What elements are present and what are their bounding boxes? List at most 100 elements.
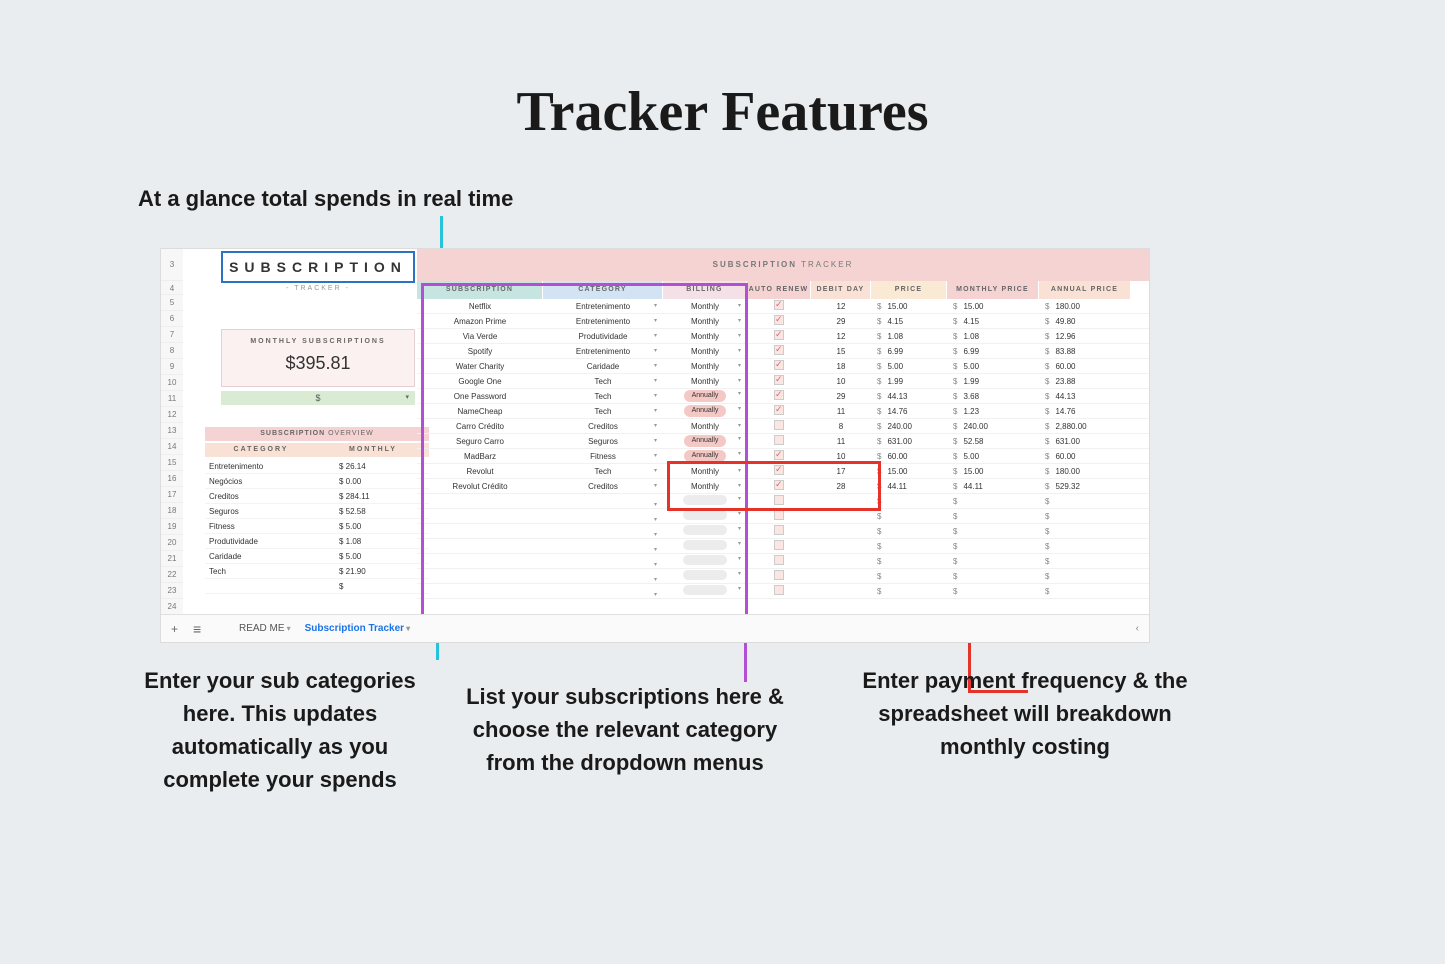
overview-row[interactable]: Fitness$ 5.00 [205, 519, 429, 534]
cell-auto-renew-checkbox[interactable] [747, 390, 811, 402]
cell-auto-renew-checkbox[interactable] [747, 300, 811, 312]
cell-debit-day: 17 [811, 467, 871, 476]
overview-row[interactable]: Produtividade$ 1.08 [205, 534, 429, 549]
cell-auto-renew-checkbox[interactable] [747, 420, 811, 432]
table-row[interactable]: Via VerdeProdutividadeMonthly12$1.08$1.0… [417, 329, 1149, 344]
table-row[interactable]: Google OneTechMonthly10$1.99$1.99$23.88 [417, 374, 1149, 389]
cell-category-dropdown[interactable]: Seguros [543, 437, 663, 446]
cell-category-dropdown[interactable]: Fitness [543, 452, 663, 461]
cell-auto-renew-checkbox[interactable] [747, 345, 811, 357]
cell-price: $631.00 [871, 437, 947, 446]
tab-subscription-tracker[interactable]: Subscription Tracker▾ [305, 623, 411, 634]
overview-row[interactable]: Seguros$ 52.58 [205, 504, 429, 519]
cell-auto-renew-checkbox[interactable] [747, 315, 811, 327]
cell-billing-dropdown[interactable] [663, 540, 747, 552]
main-table-title: SUBSCRIPTION TRACKER [417, 249, 1149, 281]
table-row-empty[interactable]: $$$ [417, 539, 1149, 554]
cell-billing-dropdown[interactable]: Annually [663, 435, 747, 447]
cell-category-dropdown[interactable]: Creditos [543, 422, 663, 431]
table-row[interactable]: One PasswordTechAnnually29$44.13$3.68$44… [417, 389, 1149, 404]
cell-annual-price: $180.00 [1039, 302, 1131, 311]
overview-row[interactable]: Tech$ 21.90 [205, 564, 429, 579]
cell-billing-dropdown[interactable]: Monthly [663, 332, 747, 341]
cell-billing-dropdown[interactable] [663, 555, 747, 567]
table-row-empty[interactable]: $$$ [417, 569, 1149, 584]
overview-row[interactable]: Entretenimento$ 26.14 [205, 459, 429, 474]
row-number: 10 [161, 375, 183, 391]
all-sheets-button[interactable]: ≡ [193, 621, 201, 637]
table-row[interactable]: Seguro CarroSegurosAnnually11$631.00$52.… [417, 434, 1149, 449]
cell-auto-renew-checkbox[interactable] [747, 480, 811, 492]
table-row[interactable]: NameCheapTechAnnually11$14.76$1.23$14.76 [417, 404, 1149, 419]
tab-readme[interactable]: READ ME▾ [239, 623, 291, 634]
cell-category-dropdown[interactable]: Tech [543, 407, 663, 416]
cell-auto-renew-checkbox[interactable] [747, 555, 811, 567]
cell-billing-dropdown[interactable]: Monthly [663, 362, 747, 371]
table-row-empty[interactable]: $$$ [417, 554, 1149, 569]
overview-row[interactable]: Negócios$ 0.00 [205, 474, 429, 489]
table-row[interactable]: Water CharityCaridadeMonthly18$5.00$5.00… [417, 359, 1149, 374]
cell-category-dropdown[interactable]: Creditos [543, 482, 663, 491]
cell-monthly-price: $1.08 [947, 332, 1039, 341]
add-sheet-button[interactable]: + [171, 622, 178, 636]
table-row[interactable]: Amazon PrimeEntretenimentoMonthly29$4.15… [417, 314, 1149, 329]
cell-billing-dropdown[interactable]: Monthly [663, 482, 747, 491]
cell-auto-renew-checkbox[interactable] [747, 585, 811, 597]
cell-billing-dropdown[interactable] [663, 495, 747, 507]
cell-billing-dropdown[interactable]: Monthly [663, 422, 747, 431]
table-row-empty[interactable]: $$$ [417, 494, 1149, 509]
overview-row[interactable]: Caridade$ 5.00 [205, 549, 429, 564]
cell-category-dropdown[interactable]: Entretenimento [543, 302, 663, 311]
cell-category-dropdown[interactable]: Tech [543, 467, 663, 476]
cell-billing-dropdown[interactable]: Monthly [663, 377, 747, 386]
cell-category-dropdown[interactable]: Entretenimento [543, 347, 663, 356]
table-row[interactable]: NetflixEntretenimentoMonthly12$15.00$15.… [417, 299, 1149, 314]
cell-auto-renew-checkbox[interactable] [747, 540, 811, 552]
cell-auto-renew-checkbox[interactable] [747, 570, 811, 582]
cell-auto-renew-checkbox[interactable] [747, 510, 811, 522]
table-row[interactable]: Revolut CréditoCreditosMonthly28$44.11$4… [417, 479, 1149, 494]
cell-category-dropdown[interactable]: Tech [543, 377, 663, 386]
main-table-rows: NetflixEntretenimentoMonthly12$15.00$15.… [417, 299, 1149, 599]
cell-billing-dropdown[interactable]: Annually [663, 405, 747, 417]
tab-nav-left-icon[interactable]: ‹ [1136, 623, 1139, 634]
overview-row[interactable]: $ [205, 579, 429, 594]
cell-billing-dropdown[interactable]: Monthly [663, 467, 747, 476]
cell-category-dropdown[interactable]: Entretenimento [543, 317, 663, 326]
table-row-empty[interactable]: $$$ [417, 509, 1149, 524]
cell-billing-dropdown[interactable] [663, 585, 747, 597]
table-row[interactable]: MadBarzFitnessAnnually10$60.00$5.00$60.0… [417, 449, 1149, 464]
cell-auto-renew-checkbox[interactable] [747, 450, 811, 462]
table-row[interactable]: SpotifyEntretenimentoMonthly15$6.99$6.99… [417, 344, 1149, 359]
cell-category-dropdown[interactable]: Caridade [543, 362, 663, 371]
cell-auto-renew-checkbox[interactable] [747, 405, 811, 417]
currency-dropdown[interactable]: $ [221, 391, 415, 405]
col-auto-renew: AUTO RENEW [747, 281, 811, 299]
table-row-empty[interactable]: $$$ [417, 524, 1149, 539]
cell-billing-dropdown[interactable] [663, 570, 747, 582]
cell-billing-dropdown[interactable]: Monthly [663, 317, 747, 326]
cell-billing-dropdown[interactable]: Monthly [663, 347, 747, 356]
cell-billing-dropdown[interactable] [663, 510, 747, 522]
cell-auto-renew-checkbox[interactable] [747, 495, 811, 507]
cell-subscription: One Password [417, 392, 543, 401]
cell-auto-renew-checkbox[interactable] [747, 330, 811, 342]
cell-auto-renew-checkbox[interactable] [747, 465, 811, 477]
cell-subscription: MadBarz [417, 452, 543, 461]
cell-category-dropdown[interactable]: Tech [543, 392, 663, 401]
cell-billing-dropdown[interactable]: Annually [663, 450, 747, 462]
cell-auto-renew-checkbox[interactable] [747, 360, 811, 372]
table-row-empty[interactable]: $$$ [417, 584, 1149, 599]
table-row[interactable]: Carro CréditoCreditosMonthly8$240.00$240… [417, 419, 1149, 434]
cell-annual-price: $49.80 [1039, 317, 1131, 326]
cell-billing-dropdown[interactable]: Monthly [663, 302, 747, 311]
cell-auto-renew-checkbox[interactable] [747, 435, 811, 447]
table-row[interactable]: RevolutTechMonthly17$15.00$15.00$180.00 [417, 464, 1149, 479]
overview-row[interactable]: Creditos$ 284.11 [205, 489, 429, 504]
cell-billing-dropdown[interactable]: Annually [663, 390, 747, 402]
cell-auto-renew-checkbox[interactable] [747, 525, 811, 537]
cell-price: $240.00 [871, 422, 947, 431]
cell-billing-dropdown[interactable] [663, 525, 747, 537]
cell-category-dropdown[interactable]: Produtividade [543, 332, 663, 341]
cell-auto-renew-checkbox[interactable] [747, 375, 811, 387]
